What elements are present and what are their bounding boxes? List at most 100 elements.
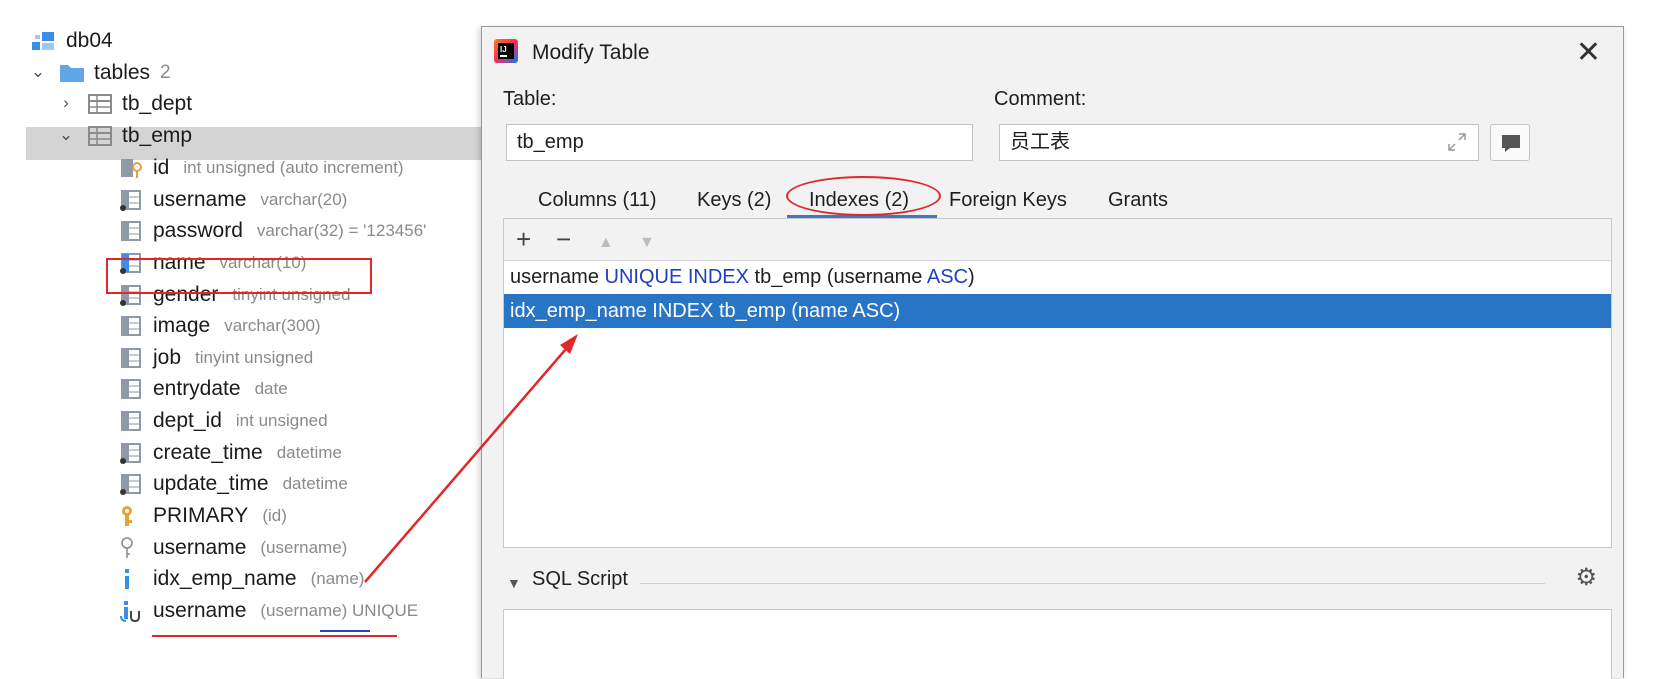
primary-key-icon xyxy=(119,505,143,527)
column-type: int unsigned xyxy=(235,411,328,430)
not-null-column-icon xyxy=(119,473,143,495)
tab-grants[interactable]: Grants xyxy=(1108,189,1168,212)
svg-text:IJ: IJ xyxy=(500,45,507,54)
column-node[interactable]: job tinyint unsigned xyxy=(119,342,313,374)
index-row-keyword: UNIQUE INDEX xyxy=(604,266,749,288)
indexes-panel: + − ▲ ▼ username UNIQUE INDEX tb_emp (us… xyxy=(503,218,1612,548)
index-name: username xyxy=(153,599,247,622)
column-type: tinyint unsigned xyxy=(195,348,314,367)
tab-columns[interactable]: Columns (11) xyxy=(538,189,657,212)
index-node[interactable]: username (username) UNIQUE xyxy=(119,595,418,627)
column-type: varchar(20) xyxy=(260,190,348,209)
index-row-column: (username xyxy=(826,266,923,288)
column-node[interactable]: dept_id int unsigned xyxy=(119,405,328,437)
column-name: create_time xyxy=(153,441,263,464)
db-label: db04 xyxy=(66,29,113,52)
divider xyxy=(640,583,1545,584)
chevron-down-icon[interactable]: ⌄ xyxy=(29,62,47,82)
index-detail: (name) xyxy=(310,569,365,588)
sql-script-label: SQL Script xyxy=(532,568,628,590)
not-null-column-icon xyxy=(119,189,143,211)
column-node[interactable]: create_time datetime xyxy=(119,437,342,469)
key-detail: (id) xyxy=(262,506,287,525)
tree-node-tb-emp[interactable]: tb_emp xyxy=(88,120,192,152)
index-detail: (username) UNIQUE xyxy=(260,601,419,620)
indexes-toolbar: + − ▲ ▼ xyxy=(504,219,1611,261)
column-type: date xyxy=(254,379,288,398)
index-row-selected[interactable]: idx_emp_name INDEX tb_emp (name ASC) xyxy=(504,294,1611,328)
intellij-app-icon: IJ xyxy=(494,39,518,63)
comment-label: Comment: xyxy=(994,88,1087,110)
move-down-icon[interactable]: ▼ xyxy=(639,227,655,259)
key-node[interactable]: username (username) xyxy=(119,532,347,564)
index-row-close: ) xyxy=(968,266,975,288)
key-name: username xyxy=(153,536,247,559)
column-node[interactable]: entrydate date xyxy=(119,373,288,405)
annotation-underline xyxy=(152,635,397,637)
column-node[interactable]: id int unsigned (auto increment) xyxy=(119,152,404,184)
database-tree: db04 ⌄ tables 2 › tb_dept ⌄ tb_emp id in… xyxy=(0,0,486,677)
tree-node-tables[interactable]: tables 2 xyxy=(60,57,171,89)
unique-index-icon xyxy=(119,600,143,622)
comment-field-wrap: 员工表 xyxy=(999,124,1479,161)
tables-count: 2 xyxy=(160,62,171,83)
remove-icon[interactable]: − xyxy=(556,223,571,255)
column-type: varchar(300) xyxy=(224,316,321,335)
folder-icon xyxy=(60,62,84,84)
comment-input[interactable]: 员工表 xyxy=(999,124,1479,161)
move-up-icon[interactable]: ▲ xyxy=(598,227,614,259)
tab-foreign-keys[interactable]: Foreign Keys xyxy=(949,189,1067,212)
index-name: idx_emp_name xyxy=(153,567,297,590)
expand-icon[interactable] xyxy=(1447,132,1467,152)
table-name-input[interactable]: tb_emp xyxy=(506,124,973,161)
database-schema-icon xyxy=(32,30,56,52)
column-icon xyxy=(119,347,143,369)
dialog-title: Modify Table xyxy=(532,41,650,64)
add-icon[interactable]: + xyxy=(516,223,531,255)
comment-icon xyxy=(1502,135,1520,152)
modify-table-dialog: IJ Modify Table ✕ Table: Comment: tb_emp… xyxy=(481,26,1624,679)
tab-keys[interactable]: Keys (2) xyxy=(697,189,771,212)
tb-emp-label: tb_emp xyxy=(122,124,193,147)
column-name: dept_id xyxy=(153,409,222,432)
tb-dept-label: tb_dept xyxy=(122,92,193,115)
table-label: Table: xyxy=(503,88,557,110)
comment-editor-button[interactable] xyxy=(1490,124,1530,161)
index-node-idx-emp-name[interactable]: idx_emp_name (name) xyxy=(119,563,364,595)
chevron-down-icon[interactable]: ⌄ xyxy=(57,125,75,145)
column-node[interactable]: username varchar(20) xyxy=(119,184,347,216)
column-icon xyxy=(119,220,143,242)
column-node[interactable]: update_time datetime xyxy=(119,468,348,500)
column-type: datetime xyxy=(282,474,348,493)
index-row-name: username xyxy=(510,266,599,288)
sql-script-editor[interactable] xyxy=(503,609,1612,679)
collapse-triangle-icon[interactable]: ▼ xyxy=(507,575,521,591)
column-type: int unsigned (auto increment) xyxy=(183,158,404,177)
key-name: PRIMARY xyxy=(153,504,249,527)
column-name: id xyxy=(153,156,170,179)
column-node[interactable]: image varchar(300) xyxy=(119,310,321,342)
column-name: password xyxy=(153,219,243,242)
column-icon xyxy=(119,378,143,400)
index-row[interactable]: username UNIQUE INDEX tb_emp (username A… xyxy=(504,260,1611,294)
column-type: varchar(32) = '123456' xyxy=(256,221,427,240)
dialog-titlebar[interactable]: IJ Modify Table ✕ xyxy=(482,27,1623,79)
sql-script-section[interactable]: ▼ SQL Script xyxy=(482,562,1623,602)
gear-icon[interactable]: ⚙ xyxy=(1575,563,1597,592)
annotation-highlight-box xyxy=(106,258,372,294)
key-node[interactable]: PRIMARY (id) xyxy=(119,500,287,532)
not-null-column-icon xyxy=(119,442,143,464)
column-name: job xyxy=(153,346,182,369)
annotation-blue-underline xyxy=(320,630,370,632)
table-icon xyxy=(88,125,112,147)
column-type: datetime xyxy=(276,443,342,462)
primary-key-column-icon xyxy=(119,157,143,179)
chevron-right-icon[interactable]: › xyxy=(57,93,75,113)
close-icon[interactable]: ✕ xyxy=(1576,35,1601,71)
tree-node-db[interactable]: db04 xyxy=(32,25,113,57)
key-detail: (username) xyxy=(260,538,348,557)
column-name: username xyxy=(153,188,247,211)
column-node[interactable]: password varchar(32) = '123456' xyxy=(119,215,426,247)
tree-node-tb-dept[interactable]: tb_dept xyxy=(88,88,192,120)
tables-label: tables xyxy=(94,61,151,84)
